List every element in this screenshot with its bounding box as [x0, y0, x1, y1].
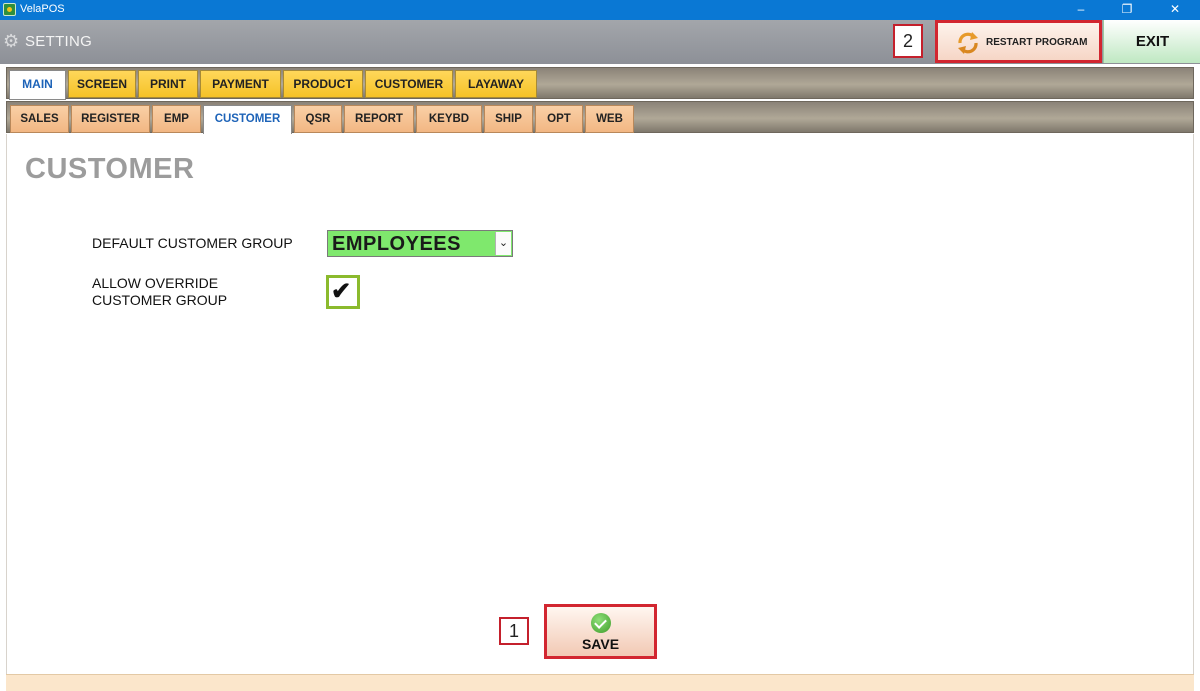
allow-override-label-line2: CUSTOMER GROUP [92, 292, 228, 308]
subtab-sales[interactable]: SALES [10, 105, 69, 133]
chevron-down-icon[interactable]: ⌄ [495, 232, 511, 255]
subtab-customer[interactable]: CUSTOMER [203, 105, 292, 135]
sub-tab-bar: SALES REGISTER EMP CUSTOMER QSR REPORT K… [6, 101, 1194, 135]
callout-badge-1: 1 [499, 617, 529, 645]
checkmark-icon: ✔ [331, 278, 352, 305]
restart-program-label: RESTART PROGRAM [986, 37, 1088, 48]
subtab-register[interactable]: REGISTER [71, 105, 150, 133]
subtab-qsr[interactable]: QSR [294, 105, 342, 133]
window-title: VelaPOS [20, 3, 65, 15]
exit-label: EXIT [1135, 33, 1170, 50]
section-title: CUSTOMER [25, 153, 195, 185]
status-footer [6, 674, 1194, 691]
tab-screen[interactable]: SCREEN [68, 70, 136, 98]
tab-customer[interactable]: CUSTOMER [365, 70, 453, 98]
restore-icon[interactable]: ❐ [1104, 0, 1150, 20]
tab-main[interactable]: MAIN [9, 70, 66, 100]
save-label: SAVE [581, 636, 620, 652]
tab-print[interactable]: PRINT [138, 70, 198, 98]
page-heading: SETTING [25, 33, 93, 50]
gear-icon: ⚙ [3, 31, 20, 51]
subtab-web[interactable]: WEB [585, 105, 634, 133]
callout-badge-2: 2 [893, 24, 923, 58]
exit-button[interactable]: EXIT [1103, 20, 1200, 63]
tab-product[interactable]: PRODUCT [283, 70, 363, 98]
close-icon[interactable]: ✕ [1152, 0, 1198, 20]
save-button[interactable]: SAVE [544, 604, 657, 659]
tab-payment[interactable]: PAYMENT [200, 70, 281, 98]
default-customer-group-label: DEFAULT CUSTOMER GROUP [92, 235, 293, 251]
subtab-emp[interactable]: EMP [152, 105, 201, 133]
window-titlebar: VelaPOS – ❐ ✕ [0, 0, 1200, 20]
allow-override-label-line1: ALLOW OVERRIDE [92, 275, 219, 291]
subtab-ship[interactable]: SHIP [484, 105, 533, 133]
restart-program-button[interactable]: RESTART PROGRAM [935, 20, 1102, 63]
tab-layaway[interactable]: LAYAWAY [455, 70, 537, 98]
refresh-icon [958, 32, 978, 54]
default-customer-group-value: EMPLOYEES [332, 233, 461, 255]
subtab-report[interactable]: REPORT [344, 105, 414, 133]
main-tab-bar: MAIN SCREEN PRINT PAYMENT PRODUCT CUSTOM… [6, 67, 1194, 100]
settings-content-panel [6, 134, 1194, 674]
allow-override-customer-group-label: ALLOW OVERRIDE CUSTOMER GROUP [92, 275, 292, 309]
check-circle-icon [591, 613, 611, 633]
subtab-opt[interactable]: OPT [535, 105, 583, 133]
default-customer-group-select[interactable]: EMPLOYEES ⌄ [327, 230, 513, 257]
minimize-icon[interactable]: – [1058, 0, 1104, 20]
subtab-keybd[interactable]: KEYBD [416, 105, 482, 133]
velapos-app-icon [3, 3, 16, 16]
allow-override-customer-group-checkbox[interactable]: ✔ [326, 275, 360, 309]
